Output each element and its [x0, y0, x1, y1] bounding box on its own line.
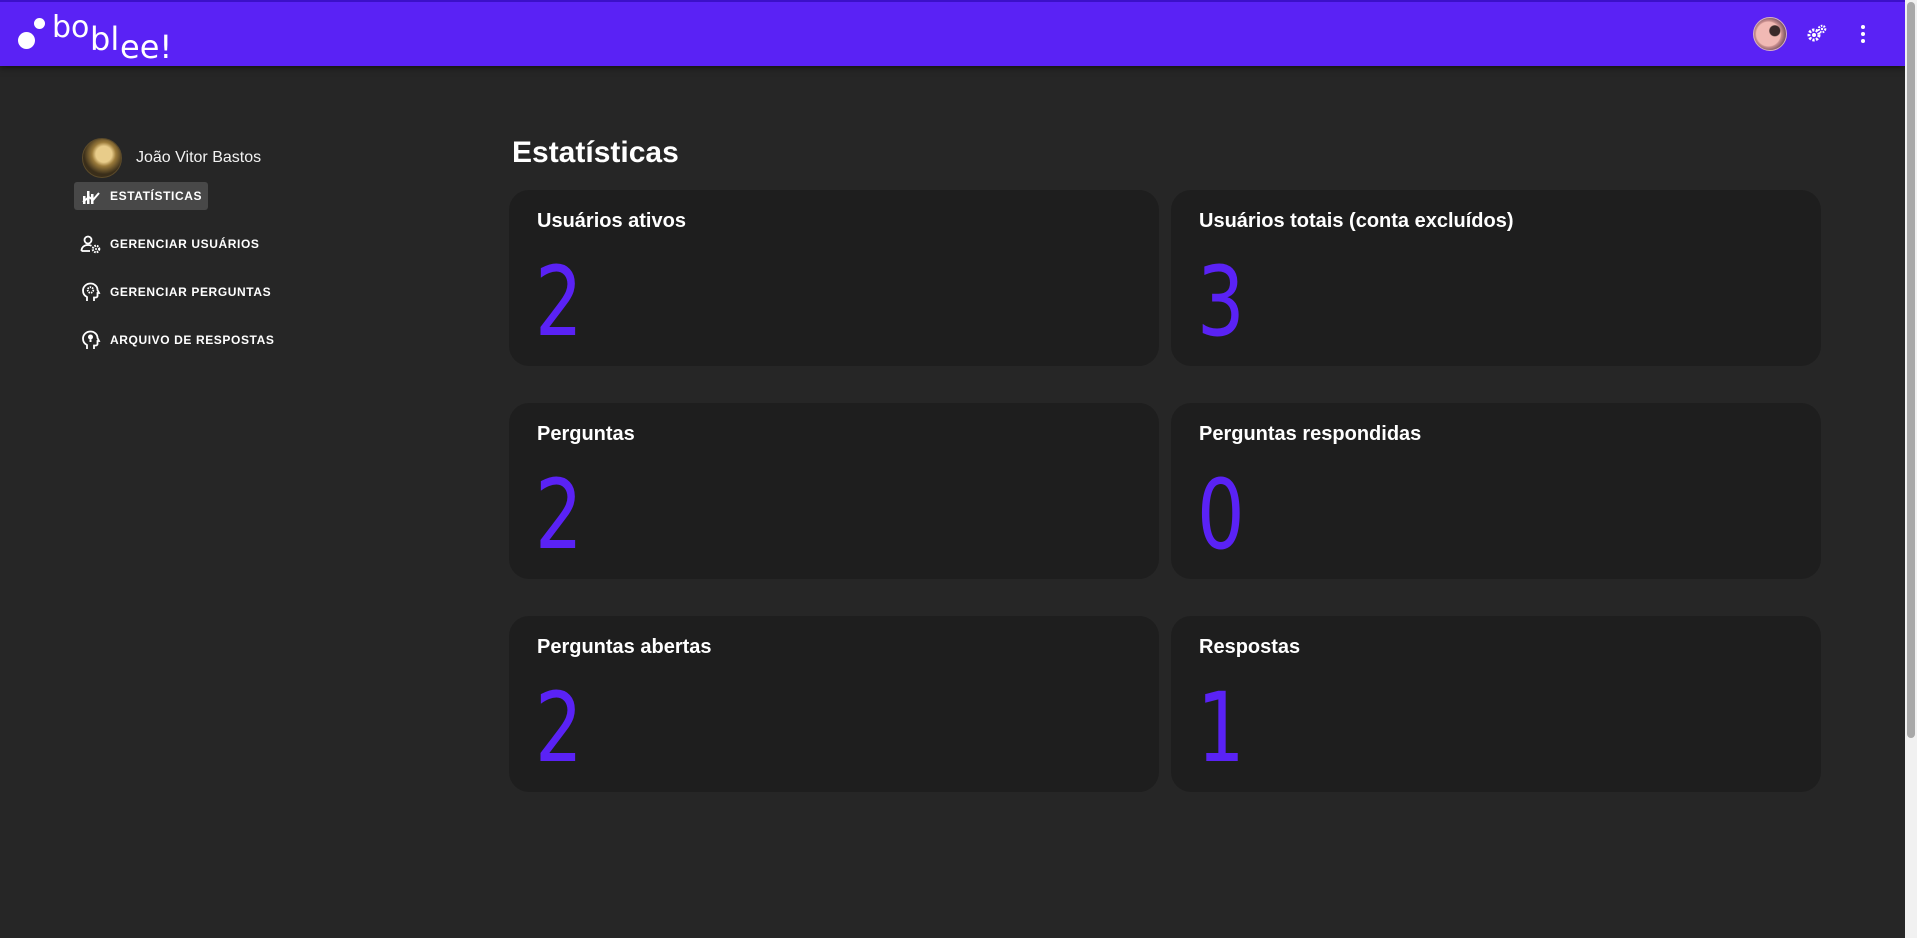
stat-card-usuarios-totais: Usuários totais (conta excluídos) 3: [1171, 190, 1821, 366]
profile-name: João Vitor Bastos: [136, 149, 262, 166]
logo-text-part-1: bo: [52, 10, 90, 45]
top-app-bar: bo bl ee!: [0, 0, 1905, 66]
sidebar: João Vitor Bastos ESTATÍSTICAS GERENCIAR…: [74, 136, 394, 374]
stat-card-perguntas: Perguntas 2: [509, 403, 1159, 579]
logo-text-part-3: ee!: [120, 28, 173, 66]
bobblee-logo[interactable]: bo bl ee!: [18, 10, 178, 66]
sidebar-profile[interactable]: João Vitor Bastos: [82, 136, 394, 180]
stat-card-label: Perguntas abertas: [537, 636, 712, 658]
stat-card-value: 1: [1197, 672, 1245, 784]
stat-card-label: Perguntas: [537, 423, 635, 445]
logo-text-part-2: bl: [90, 20, 120, 58]
stat-card-value: 3: [1197, 246, 1245, 358]
sidebar-item-label: ARQUIVO DE RESPOSTAS: [110, 333, 275, 347]
sidebar-item-gerenciar-perguntas[interactable]: GERENCIAR PERGUNTAS: [74, 278, 277, 306]
more-vert-icon: [1861, 25, 1865, 43]
sidebar-item-label: GERENCIAR USUÁRIOS: [110, 237, 260, 251]
sidebar-item-label: GERENCIAR PERGUNTAS: [110, 285, 272, 299]
head-gear-icon: [80, 281, 102, 303]
sidebar-item-estatisticas[interactable]: ESTATÍSTICAS: [74, 182, 209, 210]
stats-icon: [80, 185, 102, 207]
head-idea-icon: [80, 329, 102, 351]
more-options-button[interactable]: [1847, 18, 1879, 50]
sidebar-item-label: ESTATÍSTICAS: [110, 189, 203, 203]
header-actions: [1753, 14, 1879, 54]
user-gear-icon: [80, 233, 102, 255]
settings-button[interactable]: [1801, 18, 1833, 50]
stat-card-usuarios-ativos: Usuários ativos 2: [509, 190, 1159, 366]
stat-card-value: 2: [535, 672, 583, 784]
sidebar-item-gerenciar-usuarios[interactable]: GERENCIAR USUÁRIOS: [74, 230, 265, 258]
stat-card-respostas: Respostas 1: [1171, 616, 1821, 792]
stat-card-label: Usuários ativos: [537, 210, 686, 232]
stat-card-value: 2: [535, 459, 583, 571]
logo-dot-large: [18, 32, 35, 49]
page-title: Estatísticas: [512, 136, 679, 169]
stat-card-value: 2: [535, 246, 583, 358]
user-avatar-button[interactable]: [1753, 17, 1787, 51]
stat-card-label: Perguntas respondidas: [1199, 423, 1422, 445]
stat-card-value: 0: [1197, 459, 1245, 571]
logo-dot-small: [34, 18, 45, 29]
stat-card-perguntas-respondidas: Perguntas respondidas 0: [1171, 403, 1821, 579]
settings-gears-icon: [1807, 24, 1827, 42]
sidebar-nav: ESTATÍSTICAS GERENCIAR USUÁRIOS GERENCIA…: [74, 182, 394, 354]
main-content: Estatísticas Usuários ativos 2 Usuários …: [509, 136, 1821, 792]
stats-grid: Usuários ativos 2 Usuários totais (conta…: [509, 190, 1821, 792]
stat-card-label: Respostas: [1199, 636, 1301, 658]
stat-card-label: Usuários totais (conta excluídos): [1199, 210, 1514, 232]
stat-card-perguntas-abertas: Perguntas abertas 2: [509, 616, 1159, 792]
avatar: [82, 138, 122, 178]
scrollbar-thumb[interactable]: [1907, 2, 1915, 738]
page-scrollbar[interactable]: [1905, 0, 1917, 938]
sidebar-item-arquivo-de-respostas[interactable]: ARQUIVO DE RESPOSTAS: [74, 326, 280, 354]
